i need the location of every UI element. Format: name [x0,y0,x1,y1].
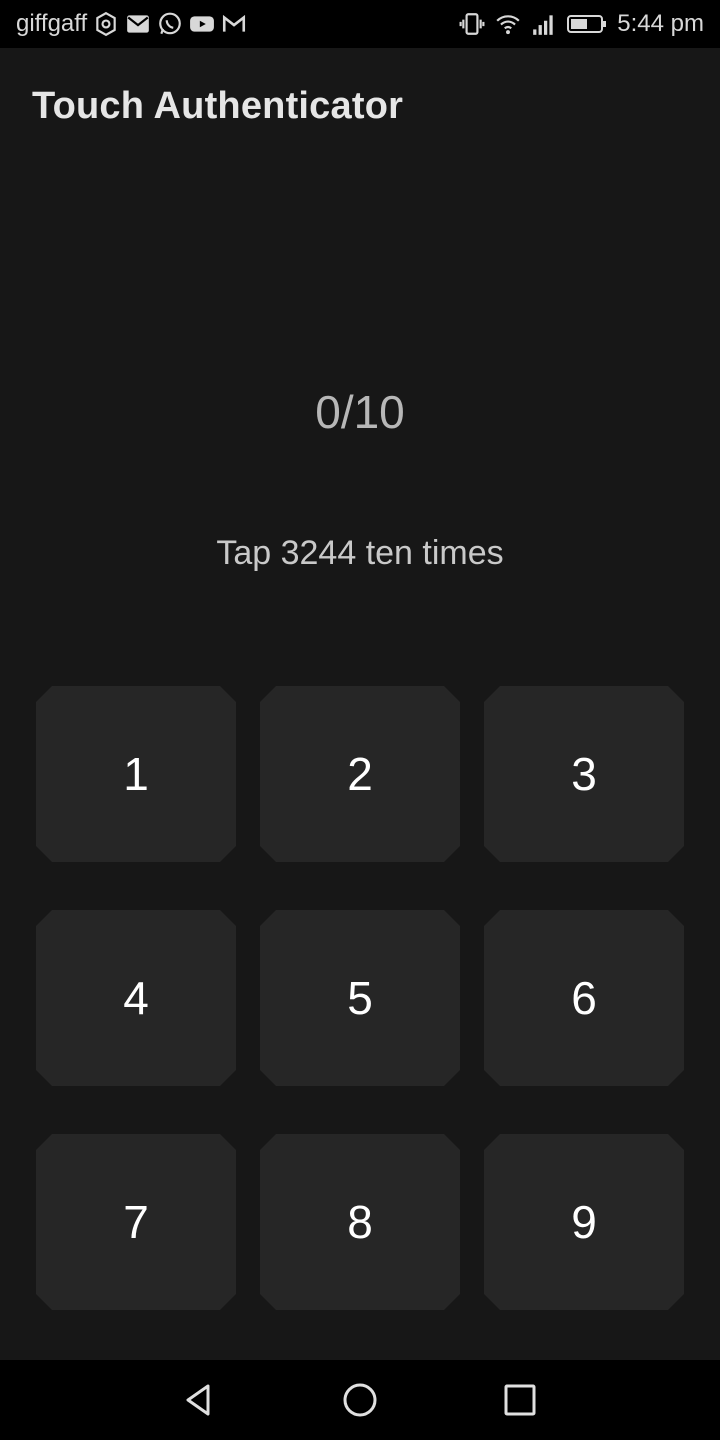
instruction-text: Tap 3244 ten times [216,534,504,572]
navigation-bar [0,1360,720,1440]
mail-icon [125,11,151,37]
whatsapp-icon [157,11,183,37]
key-9[interactable]: 9 [484,1134,684,1310]
status-bar: giffgaff 5:44 pm [0,0,720,48]
wifi-icon [495,11,521,37]
carrier-label: giffgaff [16,10,88,37]
key-6[interactable]: 6 [484,910,684,1086]
signal-icon [531,11,557,37]
gmail-icon [221,11,247,37]
tap-counter: 0/10 [315,386,405,438]
app-title: Touch Authenticator [32,84,404,127]
key-4[interactable]: 4 [36,910,236,1086]
home-button[interactable] [340,1380,380,1420]
battery-icon [567,11,607,37]
recents-button[interactable] [500,1380,540,1420]
home-icon [343,1383,377,1417]
youtube-icon [189,11,215,37]
key-7[interactable]: 7 [36,1134,236,1310]
recents-icon [504,1384,536,1416]
back-button[interactable] [180,1380,220,1420]
keypad: 1 2 3 4 5 6 7 8 9 [36,686,684,1310]
status-left: giffgaff [16,10,247,38]
key-1[interactable]: 1 [36,686,236,862]
key-2[interactable]: 2 [260,686,460,862]
vibrate-icon [459,11,485,37]
key-8[interactable]: 8 [260,1134,460,1310]
clock: 5:44 pm [617,10,704,37]
app-bar: Touch Authenticator [0,48,720,164]
status-right: 5:44 pm [459,10,704,38]
back-icon [186,1384,210,1416]
key-3[interactable]: 3 [484,686,684,862]
shield-icon [93,11,119,37]
key-5[interactable]: 5 [260,910,460,1086]
